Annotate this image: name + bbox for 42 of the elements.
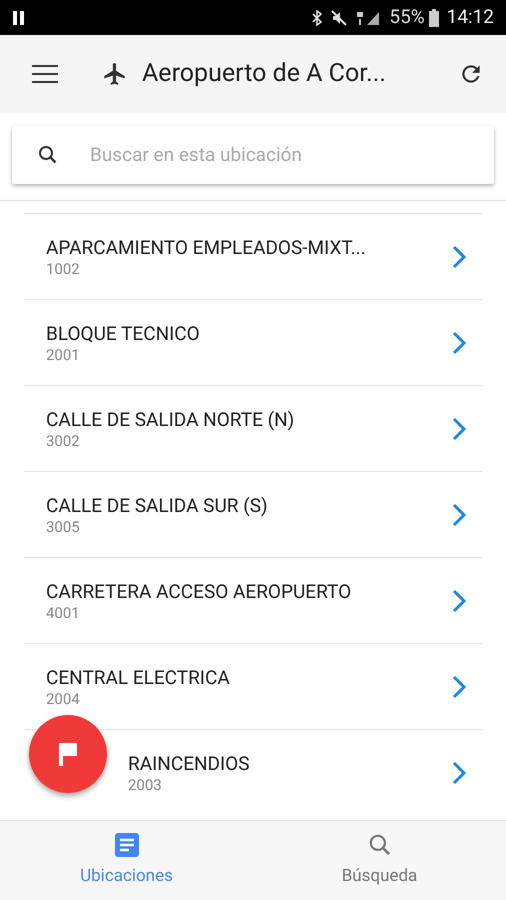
location-code: 1002 — [46, 260, 81, 278]
pause-icon — [12, 10, 26, 26]
location-name: CALLE DE SALIDA SUR (S) — [46, 494, 269, 518]
battery-icon — [428, 8, 439, 26]
search-icon — [366, 832, 392, 858]
app-title: Aeropuerto de A Cor... — [142, 58, 386, 90]
menu-button[interactable] — [32, 63, 60, 85]
location-row[interactable]: APARCAMIENTO EMPLEADOS-MIXT... 1002 — [24, 213, 482, 299]
chevron-right-icon — [452, 416, 466, 440]
location-code: 3002 — [46, 432, 81, 450]
chevron-right-icon — [452, 502, 466, 526]
location-row[interactable]: CALLE DE SALIDA NORTE (N) 3002 — [24, 385, 482, 471]
chevron-right-icon — [452, 244, 466, 268]
location-name: CARRETERA ACCESO AEROPUERTO — [46, 580, 352, 604]
mute-icon — [331, 10, 348, 26]
location-code: 4001 — [46, 604, 81, 622]
chevron-right-icon — [452, 760, 466, 784]
signal-icon — [355, 10, 382, 26]
chevron-right-icon — [452, 674, 466, 698]
location-code: 2001 — [46, 346, 81, 364]
nav-tab[interactable]: Búsqueda — [253, 821, 506, 900]
chevron-right-icon — [452, 330, 466, 354]
location-code: 3005 — [46, 518, 81, 536]
location-row[interactable]: CARRETERA ACCESO AEROPUERTO 4001 — [24, 557, 482, 643]
location-row[interactable]: BLOQUE TECNICO 2001 — [24, 299, 482, 385]
location-code: 2004 — [46, 690, 81, 708]
chevron-right-icon — [452, 588, 466, 612]
location-row[interactable]: CALLE DE SALIDA SUR (S) 3005 — [24, 471, 482, 557]
flag-icon — [57, 741, 79, 767]
bluetooth-icon — [311, 10, 324, 26]
location-code: 2003 — [128, 776, 163, 794]
location-name: BLOQUE TECNICO — [46, 322, 201, 346]
clock: 14:12 — [446, 4, 494, 30]
flag-button[interactable] — [29, 715, 107, 793]
search-field[interactable]: Buscar en esta ubicación — [90, 140, 470, 170]
location-name: CENTRAL ELECTRICA — [46, 666, 231, 690]
location-name: RAINCENDIOS — [128, 752, 251, 776]
location-name: CALLE DE SALIDA NORTE (N) — [46, 408, 296, 432]
battery-percentage: 55% — [389, 4, 425, 30]
location-name: APARCAMIENTO EMPLEADOS-MIXT... — [46, 236, 367, 260]
airplane-icon — [102, 60, 128, 88]
list-icon — [114, 832, 140, 858]
